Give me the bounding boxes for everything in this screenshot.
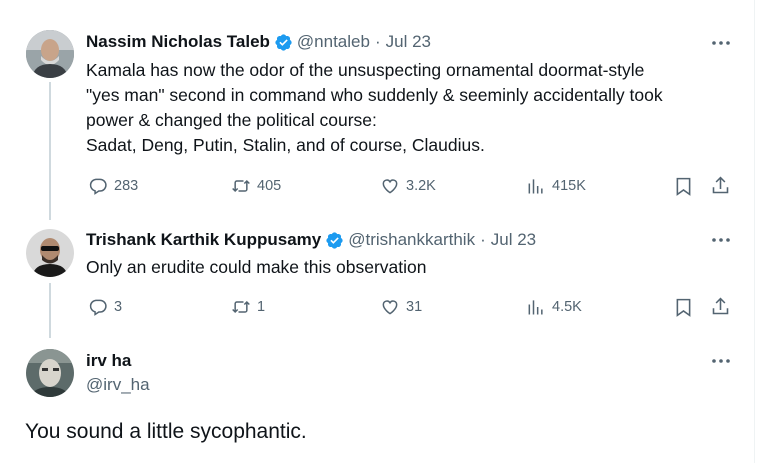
reply-icon bbox=[89, 299, 107, 316]
author-name[interactable]: irv ha bbox=[86, 351, 131, 371]
bookmark-icon[interactable] bbox=[673, 176, 694, 197]
tweet-text: Only an erudite could make this observat… bbox=[86, 255, 426, 280]
tweet-text: Kamala has now the odor of the unsuspect… bbox=[86, 58, 663, 158]
like-count: 31 bbox=[406, 299, 423, 315]
thread-line bbox=[49, 82, 51, 220]
like-button[interactable]: 3.2K bbox=[380, 176, 436, 196]
tweet-text-line: "yes man" second in command who suddenly… bbox=[86, 85, 663, 105]
repost-icon bbox=[232, 300, 250, 314]
verified-badge-icon bbox=[326, 231, 343, 249]
views-chart-icon bbox=[528, 300, 543, 315]
share-icon[interactable] bbox=[710, 296, 731, 317]
reply-count: 3 bbox=[114, 299, 123, 315]
avatar[interactable] bbox=[26, 229, 74, 277]
author-handle[interactable]: @nntaleb bbox=[297, 32, 370, 52]
reply-count: 283 bbox=[114, 178, 139, 194]
tweet-header: Trishank Karthik Kuppusamy @trishankkart… bbox=[86, 230, 536, 250]
repost-button[interactable]: 1 bbox=[231, 297, 265, 317]
separator-dot: · bbox=[480, 230, 486, 249]
author-handle[interactable]: @irv_ha bbox=[86, 375, 150, 395]
views-button[interactable]: 415K bbox=[526, 176, 586, 196]
tweet-header: Nassim Nicholas Taleb @nntaleb · Jul 23 bbox=[86, 32, 431, 52]
views-chart-icon bbox=[528, 179, 543, 194]
tweet-text-line: Only an erudite could make this observat… bbox=[86, 257, 427, 277]
repost-button[interactable]: 405 bbox=[231, 176, 281, 196]
like-button[interactable]: 31 bbox=[380, 297, 422, 317]
avatar[interactable] bbox=[26, 349, 74, 397]
repost-icon bbox=[232, 179, 250, 193]
tweet-date[interactable]: Jul 23 bbox=[386, 32, 431, 52]
reply-icon bbox=[89, 178, 107, 195]
avatar[interactable] bbox=[26, 30, 74, 78]
view-count: 415K bbox=[552, 178, 586, 194]
reply-button[interactable]: 283 bbox=[88, 176, 138, 196]
reply-button[interactable]: 3 bbox=[88, 297, 122, 317]
author-handle[interactable]: @trishankkarthik bbox=[348, 230, 475, 250]
tweet-text: You sound a little sycophantic. bbox=[25, 420, 307, 443]
like-count: 3.2K bbox=[406, 178, 436, 194]
tweet-date[interactable]: Jul 23 bbox=[491, 230, 536, 250]
author-name[interactable]: Trishank Karthik Kuppusamy bbox=[86, 230, 321, 250]
more-options-icon[interactable] bbox=[710, 33, 732, 53]
share-icon[interactable] bbox=[710, 175, 731, 196]
tweet-text-line: power & changed the political course: bbox=[86, 110, 377, 130]
thread-line bbox=[49, 283, 51, 338]
repost-count: 405 bbox=[257, 178, 282, 194]
author-name[interactable]: Nassim Nicholas Taleb bbox=[86, 32, 270, 52]
bookmark-icon[interactable] bbox=[673, 297, 694, 318]
more-options-icon[interactable] bbox=[710, 230, 732, 250]
more-options-icon[interactable] bbox=[710, 351, 732, 371]
repost-count: 1 bbox=[257, 299, 266, 315]
tweet-text-line: Sadat, Deng, Putin, Stalin, and of cours… bbox=[86, 135, 485, 155]
tweet-text-line: Kamala has now the odor of the unsuspect… bbox=[86, 60, 645, 80]
separator-dot: · bbox=[374, 32, 381, 51]
heart-icon bbox=[382, 179, 398, 194]
heart-icon bbox=[382, 300, 398, 315]
verified-badge-icon bbox=[275, 33, 292, 51]
views-button[interactable]: 4.5K bbox=[526, 297, 582, 317]
view-count: 4.5K bbox=[552, 299, 582, 315]
conversation-thread: Nassim Nicholas Taleb @nntaleb · Jul 23 … bbox=[0, 0, 755, 463]
